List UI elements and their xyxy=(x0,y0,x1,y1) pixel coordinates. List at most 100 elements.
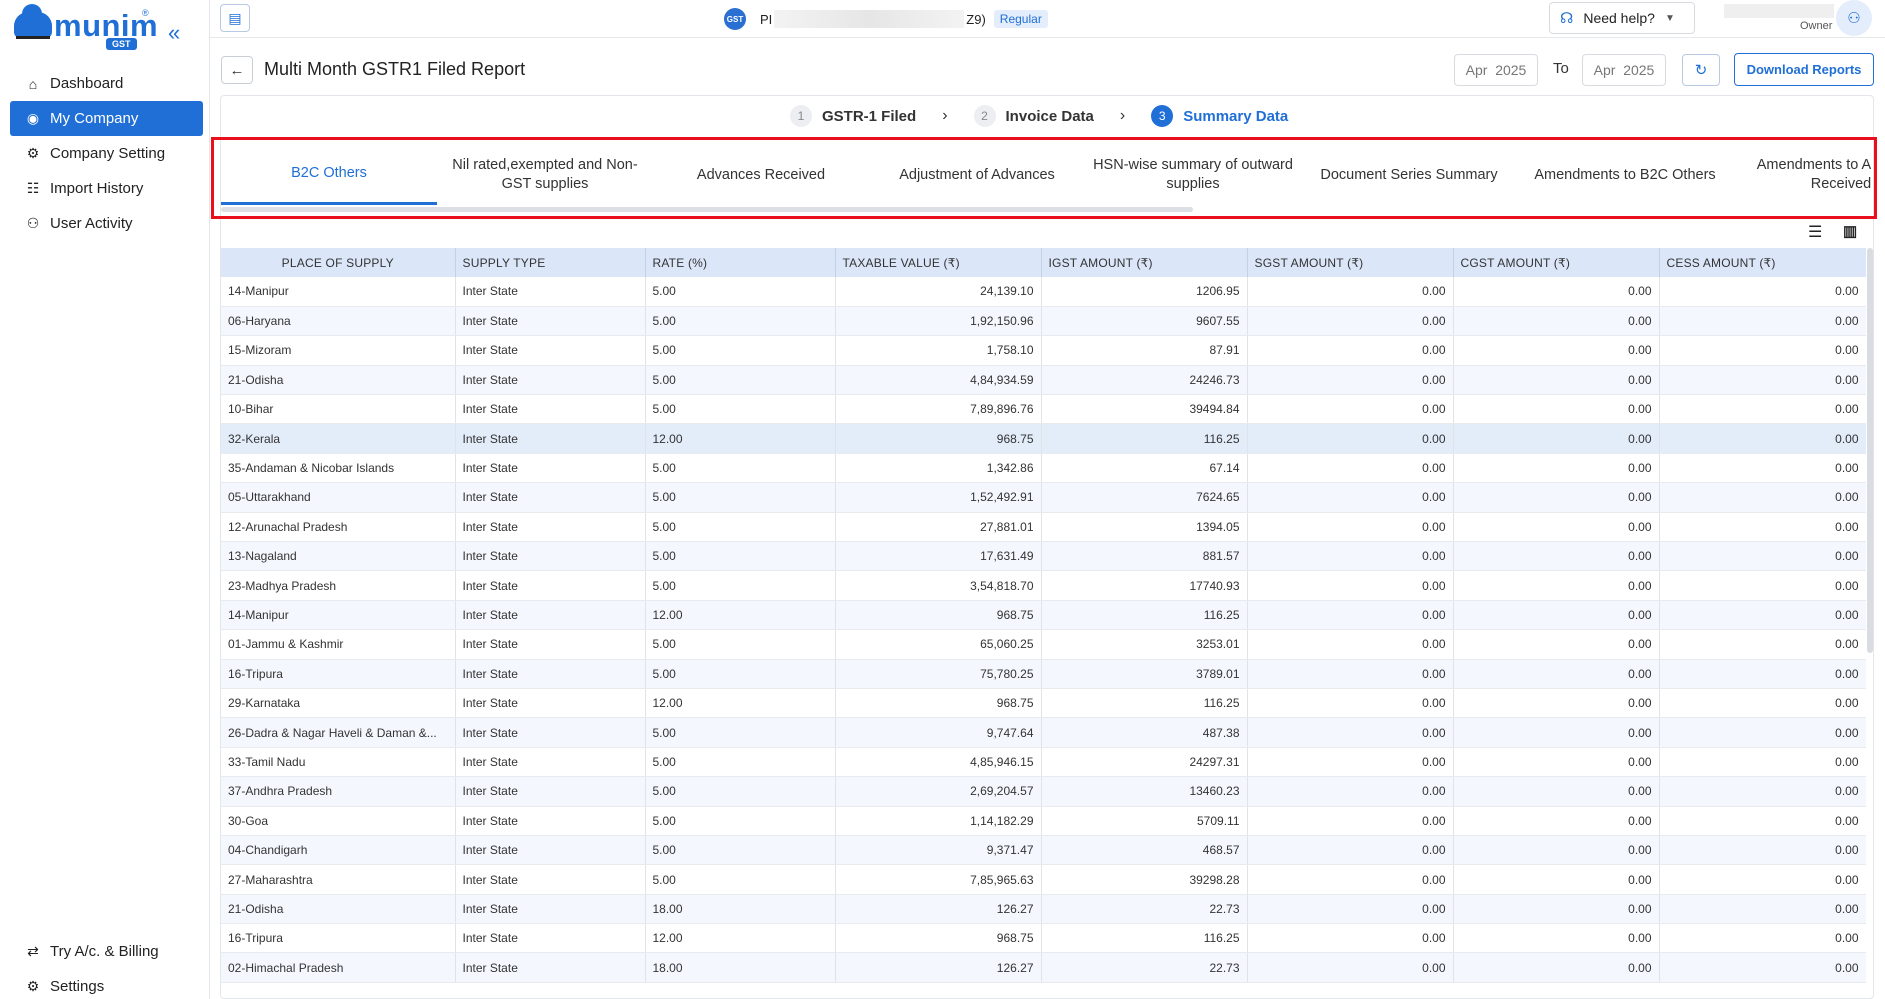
sidebar-bottom-nav: ⇄ Try A/c. & Billing ⚙ Settings xyxy=(10,934,203,999)
table-row[interactable]: 35-Andaman & Nicobar Islands Inter State 5… xyxy=(221,453,1866,484)
table-row[interactable]: 14-Manipur Inter State 5.00 24,139.10 1206.9… xyxy=(221,277,1866,307)
column-header[interactable]: SGST AMOUNT (₹) xyxy=(1247,248,1454,277)
need-help-dropdown[interactable]: ☊ Need help? ▼ xyxy=(1549,2,1695,34)
table-row[interactable]: 16-Tripura Inter State 12.00 968.75 116.25 0.… xyxy=(221,923,1866,954)
sidebar-item-user-activity[interactable]: ⚇ User Activity xyxy=(10,206,203,241)
table-row[interactable]: 05-Uttarakhand Inter State 5.00 1,52,492.91… xyxy=(221,482,1866,513)
table-cell: Inter State xyxy=(455,600,646,631)
table-row[interactable]: 10-Bihar Inter State 5.00 7,89,896.76 39494.… xyxy=(221,394,1866,425)
table-cell: Inter State xyxy=(455,659,646,689)
table-cell: 0.00 xyxy=(1247,423,1454,454)
sidebar-item-label: Dashboard xyxy=(50,75,124,92)
table-row[interactable]: 02-Himachal Pradesh Inter State 18.00 126.2… xyxy=(221,952,1866,983)
columns-icon[interactable]: ▥ xyxy=(1843,222,1857,240)
table-row[interactable]: 21-Odisha Inter State 18.00 126.27 22.73 0.00… xyxy=(221,894,1866,925)
table-row[interactable]: 37-Andhra Pradesh Inter State 5.00 2,69,204… xyxy=(221,776,1866,807)
table-cell: 14-Manipur xyxy=(221,277,456,307)
table-row[interactable]: 15-Mizoram Inter State 5.00 1,758.10 87.91 0.… xyxy=(221,335,1866,366)
table-cell: 1,92,150.96 xyxy=(835,306,1042,337)
table-cell: 4,84,934.59 xyxy=(835,365,1042,396)
table-cell: 0.00 xyxy=(1659,659,1866,689)
tab-nil-rated-exempted-and-non-gst-supplies[interactable]: Nil rated,exempted and Non-GST supplies xyxy=(437,145,653,205)
table-row[interactable]: 23-Madhya Pradesh Inter State 5.00 3,54,818… xyxy=(221,570,1866,601)
sidebar-item-dashboard[interactable]: ⌂ Dashboard xyxy=(10,66,203,101)
table-cell: 0.00 xyxy=(1453,335,1660,366)
table-cell: Inter State xyxy=(455,570,646,601)
step-2[interactable]: 2 Invoice Data xyxy=(973,105,1094,127)
column-header[interactable]: RATE (%) xyxy=(645,248,836,277)
tabs-scrollbar[interactable] xyxy=(221,207,1193,212)
tab-b2c-others[interactable]: B2C Others xyxy=(221,145,437,205)
table-cell: 24297.31 xyxy=(1041,747,1248,778)
table-cell: 0.00 xyxy=(1659,747,1866,778)
refresh-button[interactable]: ↻ xyxy=(1682,54,1720,86)
table-cell: 14-Manipur xyxy=(221,600,456,631)
company-selector[interactable]: GST PI Z9) Regular xyxy=(724,8,1048,30)
chevron-down-icon: ▼ xyxy=(1664,12,1675,24)
collapse-sidebar-icon[interactable]: « xyxy=(168,20,180,46)
table-row[interactable]: 26-Dadra & Nagar Haveli & Daman &... Inte… xyxy=(221,717,1866,748)
from-year: 2025 xyxy=(1495,62,1527,78)
sidebar-item-import-history[interactable]: ☷ Import History xyxy=(10,171,203,206)
table-cell: 18.00 xyxy=(645,894,836,925)
table-row[interactable]: 06-Haryana Inter State 5.00 1,92,150.96 9607… xyxy=(221,306,1866,337)
tab-advances-received[interactable]: Advances Received xyxy=(653,145,869,205)
tab-amendments-to-advances-received[interactable]: Amendments to Advances Received xyxy=(1733,145,1871,205)
table-cell: 5709.11 xyxy=(1041,806,1248,836)
back-button[interactable]: ← xyxy=(221,56,253,84)
table-cell: 0.00 xyxy=(1453,306,1660,337)
step-label: Summary Data xyxy=(1183,107,1289,125)
table-cell: 26-Dadra & Nagar Haveli & Daman &... xyxy=(221,717,456,748)
download-reports-button[interactable]: Download Reports xyxy=(1734,53,1874,86)
tab-amendments-to-b2c-others[interactable]: Amendments to B2C Others xyxy=(1517,145,1733,205)
table-row[interactable]: 14-Manipur Inter State 12.00 968.75 116.25 0.… xyxy=(221,600,1866,631)
tab-document-series-summary[interactable]: Document Series Summary xyxy=(1301,145,1517,205)
table-cell: 23-Madhya Pradesh xyxy=(221,570,456,601)
table-cell: Inter State xyxy=(455,306,646,337)
table-row[interactable]: 13-Nagaland Inter State 5.00 17,631.49 881.5… xyxy=(221,541,1866,572)
column-header[interactable]: PLACE OF SUPPLY xyxy=(221,248,456,277)
table-cell: 67.14 xyxy=(1041,453,1248,484)
menu-toggle-button[interactable]: ▤ xyxy=(220,4,250,32)
column-header[interactable]: TAXABLE VALUE (₹) xyxy=(835,248,1042,277)
sidebar-item-company-setting[interactable]: ⚙ Company Setting xyxy=(10,136,203,171)
step-3[interactable]: 3 Summary Data xyxy=(1151,105,1288,127)
sidebar-item-label: User Activity xyxy=(50,215,133,232)
filter-icon[interactable]: ☰ xyxy=(1808,222,1822,242)
table-cell: Inter State xyxy=(455,717,646,748)
to-month-picker[interactable]: Apr 2025 xyxy=(1582,54,1666,86)
user-avatar[interactable]: ⚇ xyxy=(1836,0,1872,36)
table-cell: Inter State xyxy=(455,864,646,895)
tab-adjustment-of-advances[interactable]: Adjustment of Advances xyxy=(869,145,1085,205)
table-cell: 4,85,946.15 xyxy=(835,747,1042,778)
table-cell: 0.00 xyxy=(1453,277,1660,307)
sidebar-item-try-a-c-billing[interactable]: ⇄ Try A/c. & Billing xyxy=(10,934,203,969)
column-header[interactable]: CESS AMOUNT (₹) xyxy=(1659,248,1866,277)
step-1[interactable]: 1 GSTR-1 Filed xyxy=(790,105,916,127)
table-row[interactable]: 32-Kerala Inter State 12.00 968.75 116.25 0.0… xyxy=(221,423,1866,454)
sidebar-item-my-company[interactable]: ◉ My Company xyxy=(10,101,203,136)
tab-hsn-wise-summary-of-outward-supplies[interactable]: HSN-wise summary of outward supplies xyxy=(1085,145,1301,205)
table-cell: 0.00 xyxy=(1659,453,1866,484)
munim-logo[interactable]: munim ® GST xyxy=(14,4,158,54)
table-row[interactable]: 12-Arunachal Pradesh Inter State 5.00 27,88… xyxy=(221,512,1866,543)
table-cell: 05-Uttarakhand xyxy=(221,482,456,513)
column-header[interactable]: SUPPLY TYPE xyxy=(455,248,646,277)
column-header[interactable]: CGST AMOUNT (₹) xyxy=(1453,248,1660,277)
from-month-picker[interactable]: Apr 2025 xyxy=(1454,54,1538,86)
table-row[interactable]: 27-Maharashtra Inter State 5.00 7,85,965.63… xyxy=(221,864,1866,895)
table-vertical-scrollbar[interactable] xyxy=(1867,248,1873,653)
table-row[interactable]: 30-Goa Inter State 5.00 1,14,182.29 5709.11 0… xyxy=(221,806,1866,836)
table-cell: 5.00 xyxy=(645,570,836,601)
table-row[interactable]: 16-Tripura Inter State 5.00 75,780.25 3789.0… xyxy=(221,659,1866,689)
table-cell: 0.00 xyxy=(1247,482,1454,513)
table-row[interactable]: 21-Odisha Inter State 5.00 4,84,934.59 24246… xyxy=(221,365,1866,396)
column-header[interactable]: IGST AMOUNT (₹) xyxy=(1041,248,1248,277)
sidebar-item-settings[interactable]: ⚙ Settings xyxy=(10,969,203,999)
table-row[interactable]: 04-Chandigarh Inter State 5.00 9,371.47 468.… xyxy=(221,835,1866,866)
table-row[interactable]: 29-Karnataka Inter State 12.00 968.75 116.25… xyxy=(221,688,1866,719)
table-cell: 0.00 xyxy=(1453,423,1660,454)
table-row[interactable]: 33-Tamil Nadu Inter State 5.00 4,85,946.15 2… xyxy=(221,747,1866,778)
table-cell: 0.00 xyxy=(1659,864,1866,895)
table-row[interactable]: 01-Jammu & Kashmir Inter State 5.00 65,060.… xyxy=(221,629,1866,660)
